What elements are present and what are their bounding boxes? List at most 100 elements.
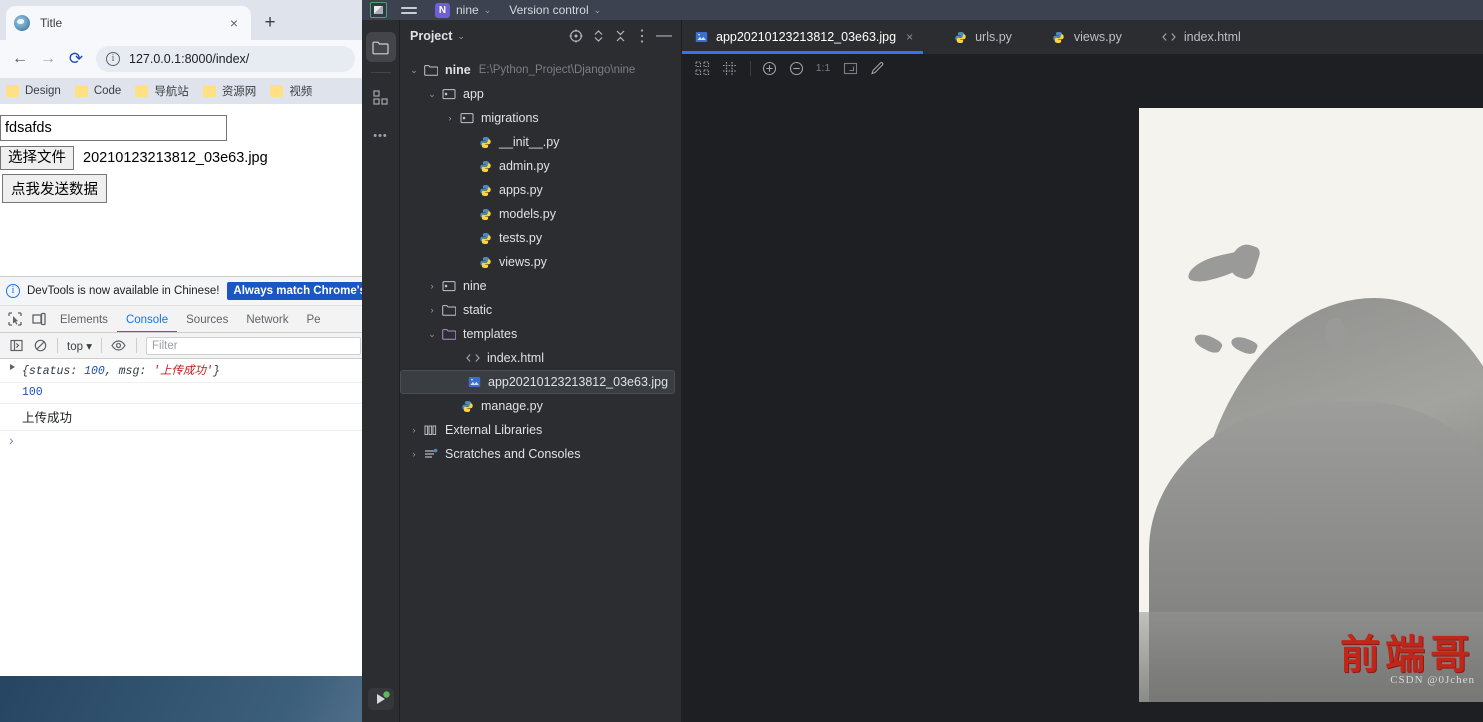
editor-tab-urls[interactable]: urls.py: [941, 20, 1022, 54]
inspect-element-icon[interactable]: [3, 307, 27, 331]
console-filter-input[interactable]: Filter: [145, 336, 361, 355]
tree-row[interactable]: admin.py: [400, 154, 681, 178]
editor-tab-label: app20210123213812_03e63.jpg: [716, 30, 897, 44]
console-sidebar-icon[interactable]: [4, 334, 28, 358]
editor-tab-index[interactable]: index.html: [1150, 20, 1251, 54]
tree-row[interactable]: › migrations: [400, 106, 681, 130]
tree-row[interactable]: models.py: [400, 202, 681, 226]
tree-row[interactable]: ⌄ nine E:\Python_Project\Django\nine: [400, 58, 681, 82]
tree-row[interactable]: › nine: [400, 274, 681, 298]
twisty-icon[interactable]: ›: [406, 425, 422, 435]
twisty-icon[interactable]: ⌄: [424, 329, 440, 340]
tree-row[interactable]: tests.py: [400, 226, 681, 250]
bookmark-item[interactable]: 导航站: [135, 83, 189, 99]
bookmark-item[interactable]: Design: [6, 85, 61, 97]
tree-row[interactable]: ⌄ templates: [400, 322, 681, 346]
tree-row[interactable]: index.html: [400, 346, 681, 370]
tab-console[interactable]: Console: [116, 306, 178, 332]
hamburger-icon[interactable]: [401, 4, 417, 17]
console-row-object[interactable]: {status: 100, msg: '上传成功'}: [0, 359, 365, 383]
close-icon[interactable]: ×: [906, 30, 913, 44]
toolstrip-structure-button[interactable]: [366, 83, 396, 113]
bookmark-label: 导航站: [154, 86, 189, 98]
zoom-out-icon[interactable]: [784, 57, 808, 79]
project-badge: N: [435, 2, 450, 18]
forward-icon[interactable]: →: [34, 45, 62, 73]
bookmark-item[interactable]: 资源网: [202, 83, 256, 99]
new-tab-button[interactable]: +: [258, 12, 282, 36]
browser-tab[interactable]: Title ×: [6, 6, 251, 40]
hide-icon[interactable]: —: [653, 25, 675, 47]
divider: [57, 338, 58, 353]
tree-row[interactable]: views.py: [400, 250, 681, 274]
grid-icon[interactable]: [717, 57, 741, 79]
twisty-icon[interactable]: ›: [424, 281, 440, 291]
tree-label: static: [463, 303, 493, 317]
text-input[interactable]: [0, 115, 227, 141]
address-bar[interactable]: i 127.0.0.1:8000/index/: [96, 46, 355, 72]
tree-row[interactable]: apps.py: [400, 178, 681, 202]
zoom-in-icon[interactable]: [757, 57, 781, 79]
templates-folder-icon: [440, 328, 458, 340]
editor-tab-views[interactable]: views.py: [1040, 20, 1132, 54]
console-context-select[interactable]: top ▾: [67, 339, 92, 353]
project-chip[interactable]: N nine ⌄: [435, 2, 491, 18]
twisty-icon[interactable]: ⌄: [406, 65, 422, 76]
fit-to-window-icon[interactable]: [838, 57, 862, 79]
devtools-tabbar: Elements Console Sources Network Pe: [0, 306, 365, 333]
globe-icon: [14, 15, 30, 31]
folder-icon: [202, 85, 216, 97]
transparency-grid-icon[interactable]: [690, 57, 714, 79]
clear-console-icon[interactable]: [28, 334, 52, 358]
folder-icon: [74, 85, 88, 97]
tab-elements[interactable]: Elements: [51, 306, 117, 332]
toolstrip-run-button[interactable]: [366, 686, 396, 712]
twisty-icon[interactable]: ›: [406, 449, 422, 459]
options-icon[interactable]: ⋮: [631, 25, 653, 47]
reload-icon[interactable]: ⟳: [62, 45, 90, 73]
version-control-chip[interactable]: Version control ⌄: [509, 3, 601, 17]
live-expression-eye-icon[interactable]: [107, 334, 131, 358]
bookmark-item[interactable]: Code: [74, 85, 121, 97]
twisty-icon[interactable]: ⌄: [424, 89, 440, 100]
locate-icon[interactable]: [565, 25, 587, 47]
image-preview: 前端哥 CSDN @0Jchen: [1139, 108, 1483, 702]
tree-row[interactable]: › External Libraries: [400, 418, 681, 442]
python-icon: [476, 256, 494, 269]
tab-sources[interactable]: Sources: [177, 306, 237, 332]
edit-icon[interactable]: [865, 57, 889, 79]
tree-row[interactable]: › Scratches and Consoles: [400, 442, 681, 466]
expand-collapse-icon[interactable]: [587, 25, 609, 47]
tab-network[interactable]: Network: [237, 306, 297, 332]
tree-row[interactable]: › static: [400, 298, 681, 322]
editor-tab-image[interactable]: app20210123213812_03e63.jpg ×: [682, 20, 924, 54]
tree-row-selected[interactable]: app20210123213812_03e63.jpg: [400, 370, 675, 394]
console-prompt-input[interactable]: [0, 431, 365, 453]
bookmark-item[interactable]: 视频: [270, 83, 312, 99]
back-icon[interactable]: ←: [6, 45, 34, 73]
project-pane-header: Project ⌄ ⋮ —: [400, 20, 681, 52]
tree-row[interactable]: ⌄ app: [400, 82, 681, 106]
actual-size-icon[interactable]: 1:1: [811, 57, 835, 79]
tree-row[interactable]: manage.py: [400, 394, 681, 418]
twisty-icon[interactable]: ›: [424, 305, 440, 315]
tree-label: admin.py: [499, 159, 550, 173]
collapse-all-icon[interactable]: [609, 25, 631, 47]
tree-row[interactable]: __init__.py: [400, 130, 681, 154]
site-info-icon[interactable]: i: [106, 52, 120, 66]
selected-file-name: 20210123213812_03e63.jpg: [83, 149, 268, 166]
always-match-chrome-button[interactable]: Always match Chrome's: [227, 282, 365, 300]
console-value: 100: [22, 386, 43, 399]
send-data-button[interactable]: 点我发送数据: [2, 174, 107, 203]
choose-file-button[interactable]: 选择文件: [0, 145, 74, 170]
toolstrip-project-button[interactable]: [365, 32, 396, 62]
chevron-down-icon[interactable]: ⌄: [457, 31, 465, 42]
twisty-icon[interactable]: ›: [442, 113, 458, 123]
tab-performance[interactable]: Pe: [298, 306, 330, 332]
expand-arrow-icon[interactable]: [10, 364, 15, 370]
pycharm-icon: [370, 2, 387, 18]
toolstrip-more-button[interactable]: •••: [366, 121, 396, 151]
close-icon[interactable]: ×: [225, 14, 243, 32]
artwork-bird: [1226, 240, 1262, 282]
device-toolbar-icon[interactable]: [27, 307, 51, 331]
